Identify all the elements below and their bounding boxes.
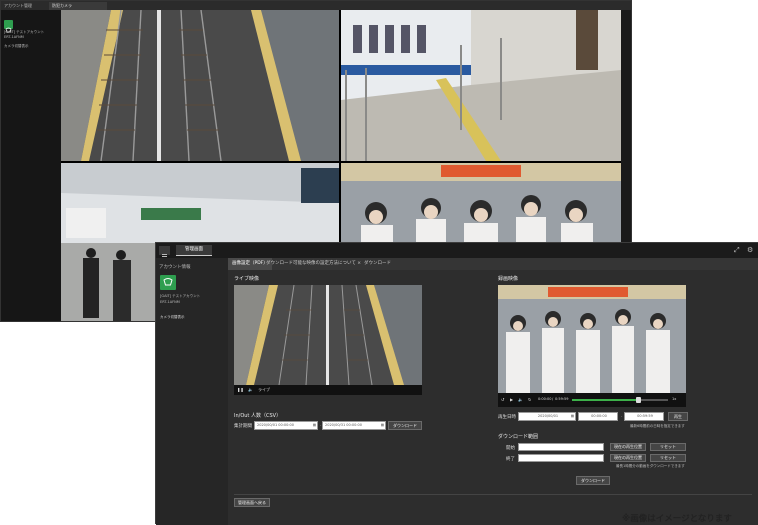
set-current-end-button[interactable]: 現在の再生位置	[610, 454, 646, 462]
calendar-icon[interactable]: ▦	[571, 413, 574, 420]
playback-time-to-value: 00:59:59	[637, 414, 653, 418]
time-total: 0:59:59	[555, 397, 569, 401]
time-range-separator: -	[621, 414, 623, 418]
playback-date-value: 2020/00/01	[537, 414, 559, 418]
calendar-icon[interactable]: ▦	[381, 422, 384, 429]
seek-handle[interactable]	[636, 397, 641, 403]
inout-title: In/Out 人数（CSV）	[234, 413, 282, 419]
seek-bar[interactable]	[572, 397, 668, 403]
divider	[234, 494, 752, 495]
download-end-label: 終了	[506, 457, 515, 462]
tab-admin-screen[interactable]: 管理画面	[176, 245, 212, 256]
period-start-input[interactable]: 2020/00/01 00:00:00 ▦	[254, 421, 318, 430]
volume-icon[interactable]: 🔈	[518, 396, 523, 403]
back-to-admin-button[interactable]: 管理画面へ戻る	[234, 498, 270, 507]
download-button[interactable]: ダウンロード	[576, 476, 610, 485]
back-title-bar: アカウント管理 防犯カメラ	[1, 1, 631, 10]
camera-feed-tracks[interactable]	[61, 10, 339, 161]
period-end-value: 2020/00/31 00:00:00	[325, 423, 363, 427]
playback-datetime-label: 再生日時	[498, 415, 516, 420]
forward-icon[interactable]: ↻	[528, 396, 531, 403]
playback-time-from-input[interactable]: 00:00:00	[578, 412, 618, 421]
account-id: ERT-1AFNM	[160, 300, 180, 304]
account-logo-icon	[160, 275, 176, 290]
back-tab-camera[interactable]: 防犯カメラ	[49, 2, 107, 10]
menu-camera-switch[interactable]: カメラ切替表示	[160, 315, 185, 320]
playback-play-button[interactable]: 再生	[668, 412, 688, 421]
recorded-video-player[interactable]: ↺ ▶ 🔈 ↻ 0:00:00 / 0:59:59 1x	[498, 285, 686, 407]
download-note: 最長1時間分の動画をダウンロードできます	[616, 464, 685, 468]
gear-icon[interactable]: ⚙	[747, 246, 753, 255]
volume-icon[interactable]: 🔈	[248, 386, 253, 393]
playback-note: 最新6時間前の日時を指定できます	[630, 424, 685, 428]
download-start-input[interactable]	[518, 443, 604, 451]
seek-bar-fill	[572, 399, 638, 401]
playback-time-to-input[interactable]: 00:59:59	[624, 412, 664, 421]
live-video-player[interactable]: ❚❚ 🔈 ライブ	[234, 285, 422, 395]
rewind-icon[interactable]: ↺	[501, 396, 504, 403]
download-range-title: ダウンロード範囲	[498, 434, 539, 440]
pause-icon[interactable]: ❚❚	[237, 386, 244, 393]
account-info-label: アカウント情報	[159, 265, 191, 270]
calendar-icon[interactable]: ▦	[313, 422, 316, 429]
playback-time-from-value: 00:00:00	[591, 414, 607, 418]
back-sidebar: [GAIT] テストアカウント ERT-1AFNM カメラ切替表示	[1, 10, 61, 321]
front-sidebar: アカウント情報 [GAIT] テストアカウント ERT-1AFNM カメラ切替表…	[156, 258, 228, 525]
live-video-title: ライブ映像	[234, 276, 260, 282]
front-app-window: 管理画面 ⤢ ⚙ アカウント情報 [GAIT] テストアカウント ERT-1AF…	[155, 242, 758, 525]
live-controls-bar: ❚❚ 🔈 ライブ	[234, 385, 422, 395]
time-separator: /	[552, 397, 554, 401]
back-app-title: アカウント管理	[4, 3, 32, 8]
time-current: 0:00:00	[538, 397, 552, 401]
tab-bar: 画像設定（PDF） ダウンロード可能な映像の設定方法について × ダウンロード	[228, 258, 758, 270]
download-end-input[interactable]	[518, 454, 604, 462]
back-menu-camera-switch[interactable]: カメラ切替表示	[4, 44, 29, 49]
inout-download-button[interactable]: ダウンロード	[388, 421, 422, 430]
recorded-video-title: 録画映像	[498, 276, 519, 282]
tab-download[interactable]: ダウンロード	[360, 258, 395, 270]
account-name: [GAIT] テストアカウント	[160, 294, 201, 298]
menu-icon[interactable]	[159, 246, 170, 259]
camera-feed-platform[interactable]	[341, 10, 621, 161]
live-mode-label: ライブ	[258, 387, 270, 392]
period-label: 集計期間	[234, 424, 252, 429]
period-start-value: 2020/00/01 00:00:00	[257, 423, 295, 427]
tab-download-help[interactable]: ダウンロード可能な映像の設定方法について ×	[262, 258, 365, 270]
expand-icon[interactable]: ⤢	[734, 246, 740, 255]
account-logo-icon	[4, 20, 13, 33]
reset-end-button[interactable]: リセット	[650, 454, 686, 462]
main-content: 画像設定（PDF） ダウンロード可能な映像の設定方法について × ダウンロード …	[228, 258, 758, 525]
speed-label[interactable]: 1x	[672, 396, 676, 403]
playback-date-input[interactable]: 2020/00/01 ▦	[518, 412, 576, 421]
disclaimer-text: ※画像はイメージとなります	[622, 514, 732, 524]
set-current-start-button[interactable]: 現在の再生位置	[610, 443, 646, 451]
front-title-bar: 管理画面 ⤢ ⚙	[156, 243, 758, 259]
play-icon[interactable]: ▶	[510, 396, 513, 403]
download-start-label: 開始	[506, 446, 515, 451]
reset-start-button[interactable]: リセット	[650, 443, 686, 451]
recorded-controls-bar: ↺ ▶ 🔈 ↻ 0:00:00 / 0:59:59 1x	[498, 393, 686, 407]
back-account-id: ERT-1AFNM	[4, 35, 24, 39]
period-end-input[interactable]: 2020/00/31 00:00:00 ▦	[322, 421, 386, 430]
